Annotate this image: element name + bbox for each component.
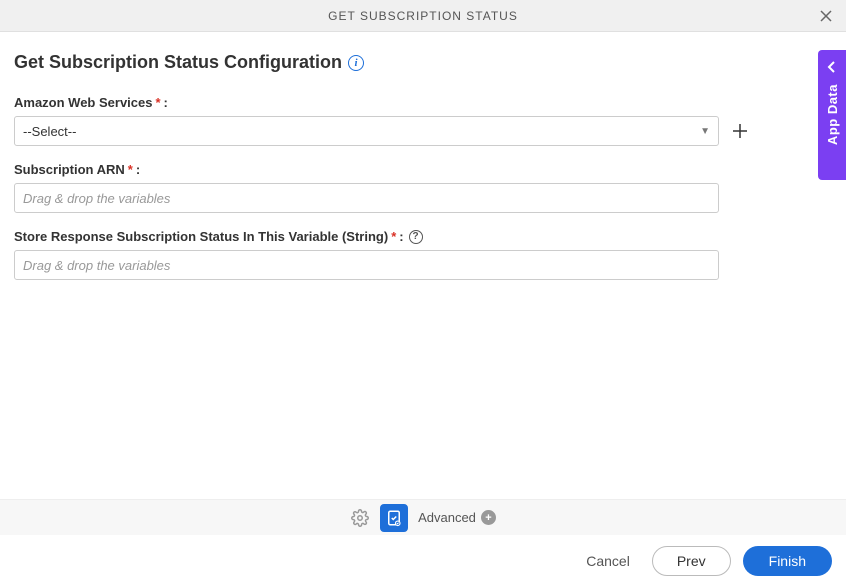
colon: : <box>399 229 403 244</box>
check-clipboard-icon <box>385 509 403 527</box>
finish-button[interactable]: Finish <box>743 546 832 576</box>
chevron-left-icon <box>827 60 837 76</box>
plus-icon <box>732 123 748 139</box>
store-var-label-row: Store Response Subscription Status In Th… <box>14 229 832 244</box>
app-data-label: App Data <box>825 84 840 145</box>
close-icon <box>819 9 833 23</box>
modal-header: GET SUBSCRIPTION STATUS <box>0 0 846 32</box>
page-title: Get Subscription Status Configuration <box>14 52 342 73</box>
aws-select-row: --Select-- ▼ <box>14 116 832 146</box>
cancel-button[interactable]: Cancel <box>576 547 640 575</box>
help-icon[interactable]: ? <box>409 230 423 244</box>
plus-circle-icon: + <box>481 510 496 525</box>
page-title-row: Get Subscription Status Configuration i <box>14 52 832 73</box>
arn-label-row: Subscription ARN*: <box>14 162 832 177</box>
required-mark: * <box>155 95 160 110</box>
colon: : <box>164 95 168 110</box>
arn-label: Subscription ARN <box>14 162 125 177</box>
aws-add-button[interactable] <box>729 120 751 142</box>
field-arn: Subscription ARN*: <box>14 162 832 213</box>
aws-label: Amazon Web Services <box>14 95 152 110</box>
form-content: Get Subscription Status Configuration i … <box>0 32 846 280</box>
store-var-label: Store Response Subscription Status In Th… <box>14 229 388 244</box>
advanced-toggle[interactable]: Advanced + <box>418 510 496 525</box>
store-var-input[interactable] <box>14 250 719 280</box>
bottom-toolbar: Advanced + <box>0 499 846 535</box>
required-mark: * <box>391 229 396 244</box>
settings-button[interactable] <box>350 508 370 528</box>
chevron-down-icon: ▼ <box>700 126 710 137</box>
required-mark: * <box>128 162 133 177</box>
aws-select[interactable]: --Select-- ▼ <box>14 116 719 146</box>
colon: : <box>136 162 140 177</box>
arn-input[interactable] <box>14 183 719 213</box>
info-icon[interactable]: i <box>348 55 364 71</box>
aws-select-value: --Select-- <box>23 124 76 139</box>
app-data-tab[interactable]: App Data <box>818 50 846 180</box>
field-aws: Amazon Web Services*: --Select-- ▼ <box>14 95 832 146</box>
validate-button[interactable] <box>380 504 408 532</box>
field-store-var: Store Response Subscription Status In Th… <box>14 229 832 280</box>
aws-label-row: Amazon Web Services*: <box>14 95 832 110</box>
gear-icon <box>351 509 369 527</box>
modal-title: GET SUBSCRIPTION STATUS <box>328 9 518 23</box>
footer: Cancel Prev Finish <box>0 535 846 587</box>
prev-button[interactable]: Prev <box>652 546 731 576</box>
advanced-label: Advanced <box>418 510 476 525</box>
close-button[interactable] <box>816 6 836 26</box>
